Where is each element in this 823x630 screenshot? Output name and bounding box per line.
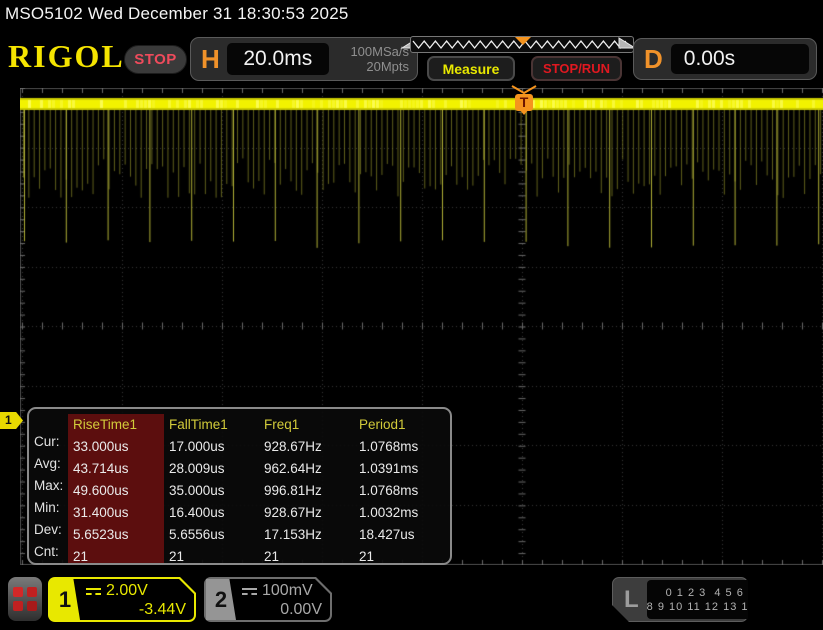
meas-header: RiseTime1: [68, 414, 164, 436]
meas-value: 21: [354, 546, 450, 565]
logic-channel-list: 0 1 2 3 4 5 6 7 8 9 10 11 12 13 14 15: [647, 580, 774, 619]
meas-value: 18.427us: [354, 524, 450, 546]
measurement-column-freq[interactable]: Freq1 928.67Hz 962.64Hz 996.81Hz 928.67H…: [259, 414, 354, 563]
horizontal-timebase-block[interactable]: H 20.0ms 100MSa/s 20Mpts: [190, 37, 418, 81]
row-label-dev: Dev:: [32, 519, 68, 541]
quick-menu-icon[interactable]: [8, 577, 42, 621]
channel2-number: 2: [206, 579, 236, 620]
channel2-scale: 100mV: [262, 581, 313, 600]
channel2-badge[interactable]: 2 100mV 0.00V: [204, 577, 332, 622]
titlebar-model-datetime: MSO5102 Wed December 31 18:30:53 2025: [5, 4, 349, 24]
dc-coupling-icon: [242, 588, 257, 597]
meas-value: 21: [68, 546, 164, 565]
timebase-value: 20.0ms: [243, 47, 312, 71]
row-label-max: Max:: [32, 475, 68, 497]
channel1-badge[interactable]: 1 2.00V -3.44V: [48, 577, 196, 622]
waveform-preview-strip[interactable]: [410, 36, 634, 53]
row-label-cur: Cur:: [32, 431, 68, 453]
channel1-offset: -3.44V: [84, 600, 186, 619]
meas-value: 962.64Hz: [259, 458, 354, 480]
row-label-avg: Avg:: [32, 453, 68, 475]
meas-value: 928.67Hz: [259, 436, 354, 458]
meas-value: 35.000us: [164, 480, 259, 502]
meas-value: 1.0032ms: [354, 502, 450, 524]
meas-value: 5.6556us: [164, 524, 259, 546]
meas-value: 17.000us: [164, 436, 259, 458]
measure-button[interactable]: Measure: [427, 56, 515, 81]
stop-run-button[interactable]: STOP/RUN: [531, 56, 622, 81]
meas-value: 1.0391ms: [354, 458, 450, 480]
measurement-column-period[interactable]: Period1 1.0768ms 1.0391ms 1.0768ms 1.003…: [354, 414, 450, 563]
measurement-column-falltime[interactable]: FallTime1 17.000us 28.009us 35.000us 16.…: [164, 414, 259, 563]
meas-value: 33.000us: [68, 436, 164, 458]
meas-value: 43.714us: [68, 458, 164, 480]
meas-value: 1.0768ms: [354, 436, 450, 458]
meas-value: 21: [164, 546, 259, 565]
meas-header: FallTime1: [164, 414, 259, 436]
measurement-panel: Cur: Avg: Max: Min: Dev: Cnt: RiseTime1 …: [27, 407, 452, 565]
oscilloscope-screen: { "titlebar": { "text": "MSO5102 Wed Dec…: [0, 0, 823, 630]
memory-depth: 20Mpts: [366, 59, 409, 74]
run-state-badge[interactable]: STOP: [124, 45, 187, 74]
meas-value: 16.400us: [164, 502, 259, 524]
trigger-t-icon: T: [515, 94, 533, 111]
row-label-min: Min:: [32, 497, 68, 519]
row-label-cnt: Cnt:: [32, 541, 68, 563]
logic-row1: 0 1 2 3 4 5 6 7: [647, 586, 774, 600]
meas-header: Period1: [354, 414, 450, 436]
logic-label: L: [624, 586, 639, 614]
horizontal-label: H: [201, 44, 220, 75]
delay-label: D: [644, 44, 663, 75]
meas-value: 996.81Hz: [259, 480, 354, 502]
logic-row2: 8 9 10 11 12 13 14 15: [647, 600, 774, 614]
meas-value: 21: [259, 546, 354, 565]
channel1-scale: 2.00V: [106, 581, 148, 600]
meas-value: 17.153Hz: [259, 524, 354, 546]
channel2-offset: 0.00V: [240, 600, 322, 619]
trigger-chevron-icon: [511, 85, 537, 94]
meas-value: 1.0768ms: [354, 480, 450, 502]
delay-value: 0.00s: [684, 47, 735, 71]
meas-value: 5.6523us: [68, 524, 164, 546]
meas-value: 928.67Hz: [259, 502, 354, 524]
meas-value: 31.400us: [68, 502, 164, 524]
logic-channels-badge[interactable]: L 0 1 2 3 4 5 6 7 8 9 10 11 12 13 14 15: [612, 577, 748, 622]
measurement-row-labels: Cur: Avg: Max: Min: Dev: Cnt:: [32, 414, 68, 563]
meas-value: 49.600us: [68, 480, 164, 502]
preview-trigger-position-icon: [515, 37, 531, 45]
dc-coupling-icon: [86, 588, 101, 597]
trigger-position-marker[interactable]: T: [511, 85, 537, 111]
meas-header: Freq1: [259, 414, 354, 436]
delay-block[interactable]: D 0.00s: [633, 38, 817, 80]
rigol-logo: RIGOL: [8, 38, 125, 75]
channel1-number: 1: [50, 579, 80, 620]
meas-value: 28.009us: [164, 458, 259, 480]
measurement-column-risetime[interactable]: RiseTime1 33.000us 43.714us 49.600us 31.…: [68, 414, 164, 563]
